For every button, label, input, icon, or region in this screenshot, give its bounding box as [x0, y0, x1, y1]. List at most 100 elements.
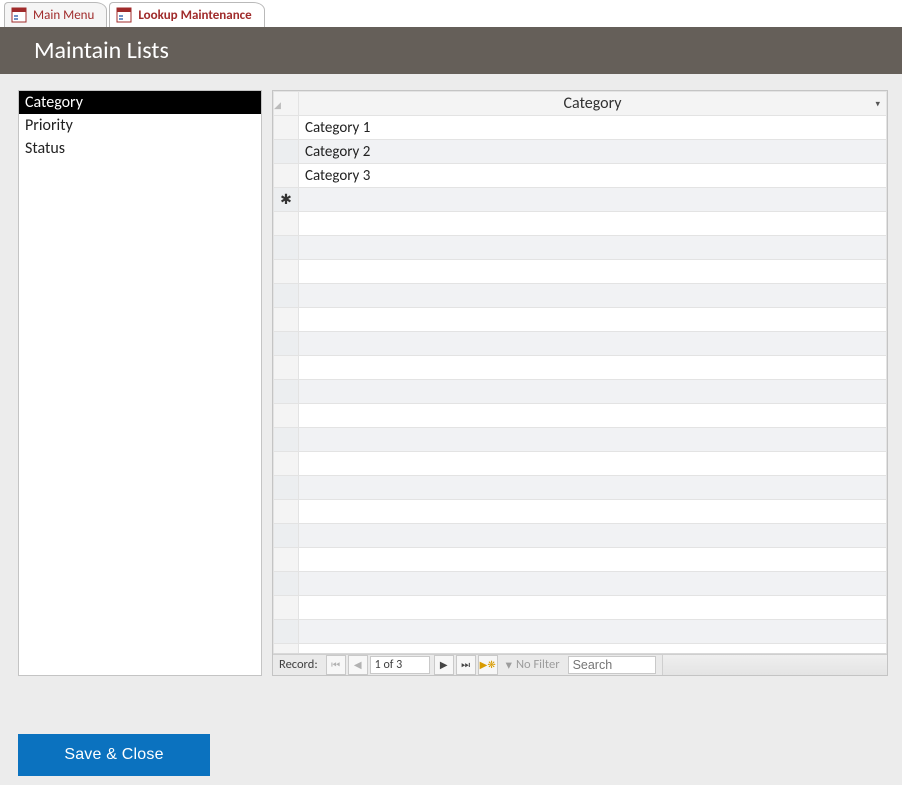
- cell-value: [299, 332, 887, 356]
- datasheet-grid[interactable]: ◢ Category ▾ Category 1Category 2Categor…: [273, 91, 887, 654]
- table-row[interactable]: Category 3: [274, 164, 887, 188]
- table-row: [274, 284, 887, 308]
- table-row: [274, 212, 887, 236]
- nav-last-button[interactable]: ⏭: [456, 655, 476, 675]
- table-row: [274, 476, 887, 500]
- no-filter-label: No Filter: [516, 657, 560, 672]
- table-row: [274, 404, 887, 428]
- table-row: [274, 572, 887, 596]
- record-search-input[interactable]: [568, 656, 656, 674]
- row-selector: [274, 332, 299, 356]
- tab-main-menu[interactable]: Main Menu: [4, 2, 107, 27]
- row-selector: [274, 572, 299, 596]
- row-selector: [274, 236, 299, 260]
- content-area: Category Priority Status ◢ Category ▾: [0, 74, 902, 690]
- cell-value: [299, 260, 887, 284]
- row-selector[interactable]: [274, 140, 299, 164]
- save-and-close-button[interactable]: Save & Close: [18, 734, 210, 776]
- lookup-type-listbox[interactable]: Category Priority Status: [18, 90, 262, 676]
- no-filter-indicator[interactable]: ▾ No Filter: [506, 657, 560, 673]
- row-selector: [274, 500, 299, 524]
- table-row[interactable]: Category 1: [274, 116, 887, 140]
- row-selector: [274, 260, 299, 284]
- form-icon: [11, 7, 27, 23]
- cell-value: [299, 284, 887, 308]
- row-selector: [274, 428, 299, 452]
- list-item[interactable]: Category: [19, 91, 261, 114]
- cell-value: [299, 236, 887, 260]
- row-selector: [274, 380, 299, 404]
- document-tab-bar: Main Menu Lookup Maintenance: [0, 0, 902, 27]
- table-row: [274, 428, 887, 452]
- cell-value[interactable]: [299, 188, 887, 212]
- table-row: [274, 500, 887, 524]
- table-row: [274, 452, 887, 476]
- row-selector: [274, 548, 299, 572]
- row-selector: [274, 308, 299, 332]
- form-icon: [116, 7, 132, 23]
- table-row: [274, 236, 887, 260]
- cell-value: [299, 524, 887, 548]
- row-selector: [274, 356, 299, 380]
- nav-new-record-button[interactable]: ▶❋: [478, 655, 498, 675]
- tab-lookup-maintenance[interactable]: Lookup Maintenance: [109, 2, 264, 27]
- row-selector: [274, 404, 299, 428]
- table-row: [274, 596, 887, 620]
- table-row: [274, 308, 887, 332]
- new-record-indicator: ✱: [274, 188, 299, 212]
- row-selector: [274, 596, 299, 620]
- column-header-label: Category: [564, 94, 622, 113]
- table-row: [274, 380, 887, 404]
- table-row: [274, 548, 887, 572]
- row-selector: [274, 620, 299, 644]
- table-row: [274, 260, 887, 284]
- nav-next-button[interactable]: ▶: [434, 655, 454, 675]
- table-row: [274, 332, 887, 356]
- column-header-category[interactable]: Category ▾: [299, 92, 887, 116]
- page-title: Maintain Lists: [34, 36, 169, 65]
- row-selector[interactable]: [274, 116, 299, 140]
- row-selector[interactable]: [274, 164, 299, 188]
- row-selector: [274, 524, 299, 548]
- tab-label: Main Menu: [33, 8, 94, 23]
- cell-value: [299, 212, 887, 236]
- row-selector: [274, 476, 299, 500]
- datasheet-subform: ◢ Category ▾ Category 1Category 2Categor…: [272, 90, 888, 676]
- tab-label: Lookup Maintenance: [138, 8, 251, 23]
- row-selector: [274, 212, 299, 236]
- cell-value: [299, 644, 887, 654]
- table-row[interactable]: Category 2: [274, 140, 887, 164]
- nav-first-button[interactable]: ⏮: [326, 655, 346, 675]
- form-header: Maintain Lists: [0, 27, 902, 74]
- cell-value: [299, 380, 887, 404]
- record-label: Record:: [273, 657, 324, 672]
- new-record-row[interactable]: ✱: [274, 188, 887, 212]
- list-item[interactable]: Priority: [19, 114, 261, 137]
- cell-value: [299, 308, 887, 332]
- table-row: [274, 644, 887, 654]
- column-dropdown-icon[interactable]: ▾: [875, 98, 880, 109]
- select-all-corner[interactable]: ◢: [274, 92, 299, 116]
- cell-value: [299, 428, 887, 452]
- record-position-box[interactable]: 1 of 3: [370, 656, 430, 674]
- cell-value: [299, 476, 887, 500]
- cell-value[interactable]: Category 3: [299, 164, 887, 188]
- row-selector: [274, 452, 299, 476]
- list-item[interactable]: Status: [19, 137, 261, 160]
- cell-value: [299, 572, 887, 596]
- scrollbar-horizontal[interactable]: [662, 655, 887, 675]
- table-row: [274, 524, 887, 548]
- cell-value: [299, 404, 887, 428]
- table-row: [274, 356, 887, 380]
- cell-value[interactable]: Category 1: [299, 116, 887, 140]
- cell-value[interactable]: Category 2: [299, 140, 887, 164]
- row-selector: [274, 284, 299, 308]
- cell-value: [299, 548, 887, 572]
- row-selector: [274, 644, 299, 654]
- nav-prev-button[interactable]: ◀: [348, 655, 368, 675]
- table-row: [274, 620, 887, 644]
- cell-value: [299, 500, 887, 524]
- cell-value: [299, 356, 887, 380]
- cell-value: [299, 620, 887, 644]
- filter-icon: ▾: [506, 657, 512, 673]
